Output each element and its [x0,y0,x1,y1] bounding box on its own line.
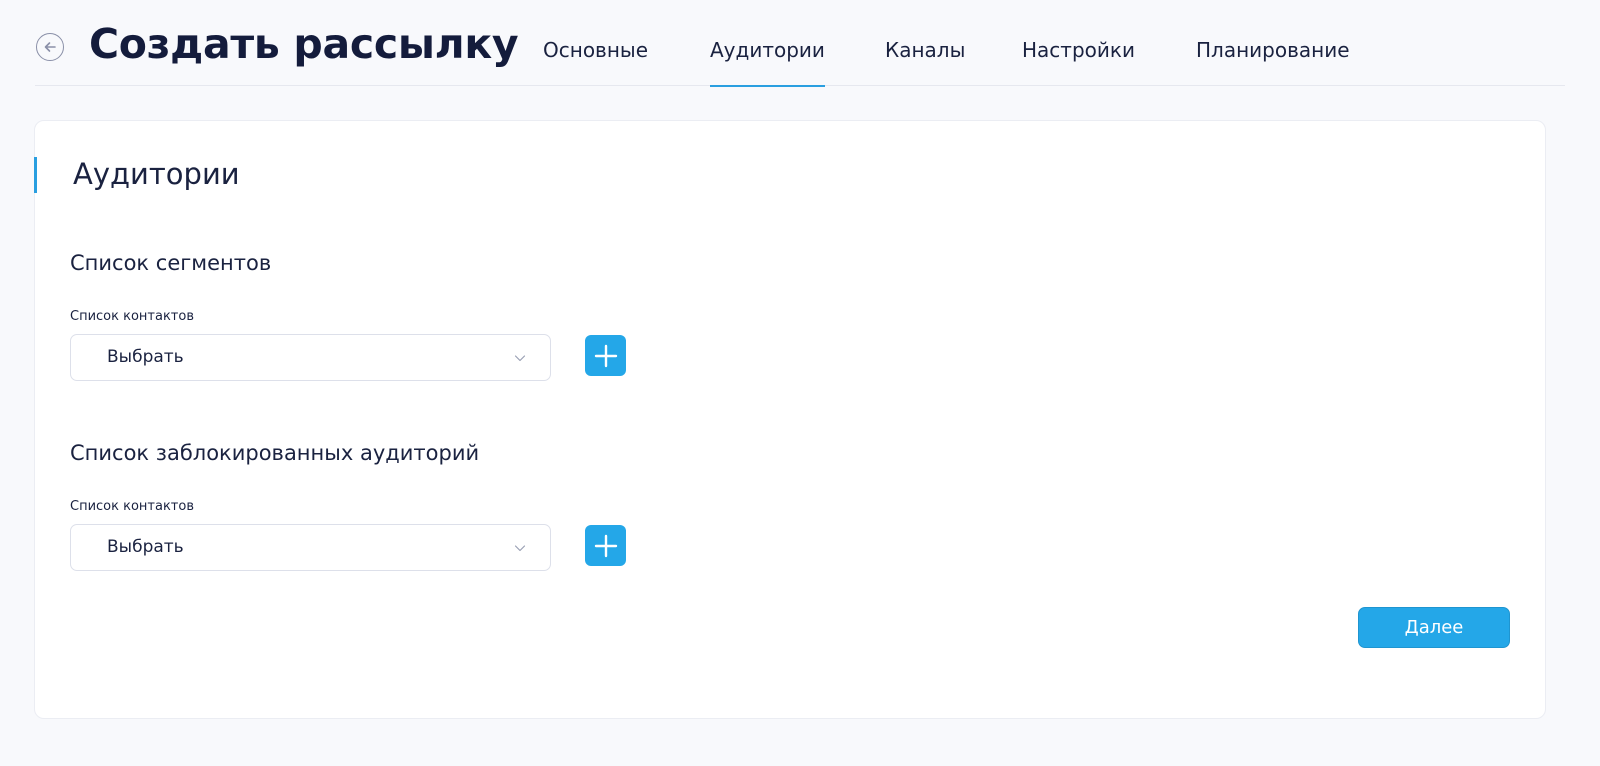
add-blocked-audience-button[interactable] [585,525,626,566]
blocked-audiences-section-title: Список заблокированных аудиторий [70,441,480,465]
tab-settings[interactable]: Настройки [1022,38,1135,86]
segments-section-title: Список сегментов [70,251,272,275]
tab-audiences[interactable]: Аудитории [710,38,825,87]
blocked-field-label: Список контактов [70,499,194,514]
arrow-left-icon [44,42,56,52]
blocked-contact-list-select[interactable]: Выбрать [70,524,551,571]
tab-channels[interactable]: Каналы [885,38,965,86]
page-title: Создать рассылку [89,20,519,68]
select-value: Выбрать [107,537,184,557]
back-button[interactable] [36,33,64,61]
chevron-down-icon [514,545,526,552]
plus-icon [594,534,617,557]
section-accent-bar [34,157,37,193]
add-segment-button[interactable] [585,335,626,376]
segments-field-label: Список контактов [70,309,194,324]
card-title: Аудитории [73,157,240,191]
chevron-down-icon [514,355,526,362]
select-value: Выбрать [107,347,184,367]
segments-contact-list-select[interactable]: Выбрать [70,334,551,381]
plus-icon [594,344,617,367]
audiences-card: Аудитории Список сегментов Список контак… [34,120,1546,719]
tab-basics[interactable]: Основные [543,38,648,86]
tab-planning[interactable]: Планирование [1196,38,1350,86]
next-button[interactable]: Далее [1358,607,1510,648]
page-header: Создать рассылку Основные Аудитории Кана… [35,0,1565,87]
